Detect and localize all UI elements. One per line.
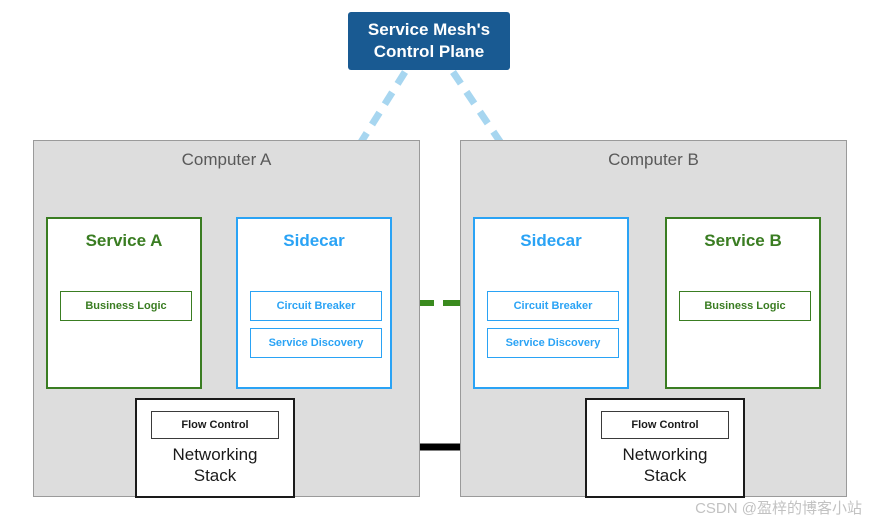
networking-stack-b-label: Networking Stack <box>587 444 743 487</box>
networking-stack-b-label-line1: Networking <box>622 445 708 464</box>
service-a-business-logic-box[interactable]: Business Logic <box>60 291 192 321</box>
sidecar-a-service-discovery-box[interactable]: Service Discovery <box>250 328 382 358</box>
sidecar-a-box[interactable]: Sidecar Circuit Breaker Service Discover… <box>236 217 392 389</box>
control-plane-label-line2: Control Plane <box>373 42 485 61</box>
service-mesh-diagram: Service Mesh's Control Plane Computer A … <box>0 0 876 524</box>
service-b-box[interactable]: Service B Business Logic <box>665 217 821 389</box>
networking-stack-b-label-line2: Stack <box>643 466 687 486</box>
control-plane-box[interactable]: Service Mesh's Control Plane <box>348 12 510 70</box>
flow-control-b-box[interactable]: Flow Control <box>601 411 729 439</box>
computer-panel-b-title: Computer B <box>608 150 699 169</box>
sidecar-b-circuit-breaker-box[interactable]: Circuit Breaker <box>487 291 619 321</box>
sidecar-a-circuit-breaker-box[interactable]: Circuit Breaker <box>250 291 382 321</box>
service-a-title: Service A <box>85 231 163 250</box>
sidecar-b-title: Sidecar <box>520 231 582 250</box>
watermark-text: CSDN @盈梓的博客小站 <box>695 500 862 517</box>
control-plane-label-line1: Service Mesh's <box>367 19 491 39</box>
flow-control-a-box[interactable]: Flow Control <box>151 411 279 439</box>
computer-panel-a-title: Computer A <box>181 150 272 169</box>
networking-stack-a-label-line1: Networking <box>172 445 258 464</box>
sidecar-b-box[interactable]: Sidecar Circuit Breaker Service Discover… <box>473 217 629 389</box>
networking-stack-b-box[interactable]: Flow Control Networking Stack <box>585 398 745 498</box>
sidecar-b-service-discovery-box[interactable]: Service Discovery <box>487 328 619 358</box>
service-b-title: Service B <box>704 231 782 250</box>
service-b-business-logic-box[interactable]: Business Logic <box>679 291 811 321</box>
networking-stack-a-label: Networking Stack <box>137 444 293 487</box>
sidecar-a-title: Sidecar <box>283 231 345 250</box>
networking-stack-a-box[interactable]: Flow Control Networking Stack <box>135 398 295 498</box>
networking-stack-a-label-line2: Stack <box>193 466 237 486</box>
service-a-box[interactable]: Service A Business Logic <box>46 217 202 389</box>
